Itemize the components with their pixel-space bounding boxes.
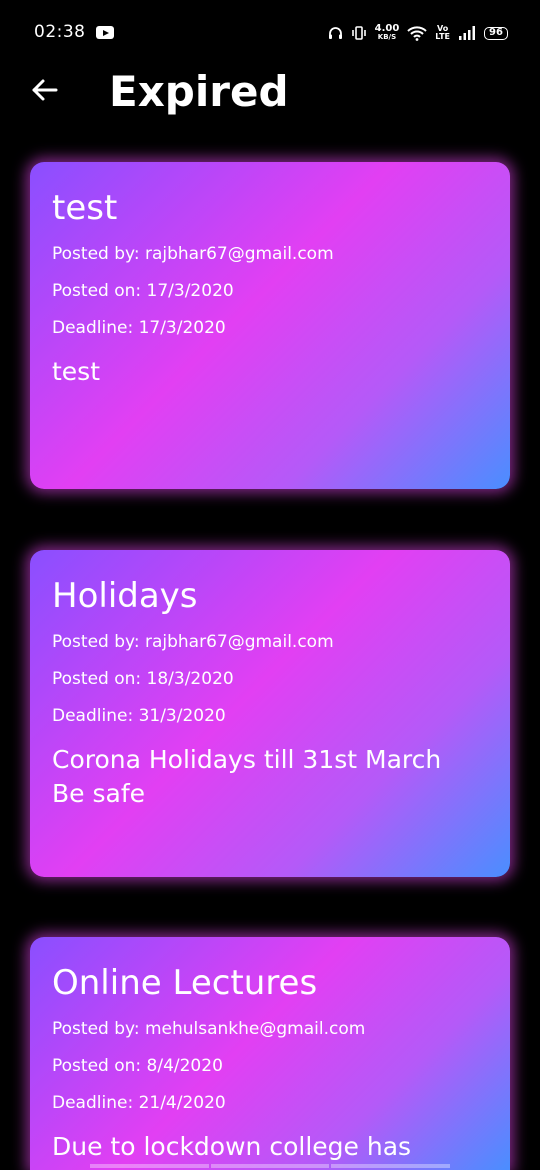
notice-posted-by: Posted by: rajbhar67@gmail.com bbox=[52, 244, 334, 264]
status-time: 02:38 bbox=[34, 22, 86, 42]
vibrate-icon bbox=[351, 26, 367, 40]
notice-title: Holidays bbox=[52, 576, 198, 616]
arrow-left-icon bbox=[30, 78, 58, 106]
page-title: Expired bbox=[109, 67, 289, 116]
notice-deadline: Deadline: 21/4/2020 bbox=[52, 1093, 226, 1113]
notice-title: test bbox=[52, 188, 118, 228]
notice-posted-on: Posted on: 18/3/2020 bbox=[52, 669, 234, 689]
indicator-segment bbox=[90, 1164, 209, 1168]
notice-deadline: Deadline: 31/3/2020 bbox=[52, 706, 226, 726]
youtube-icon bbox=[96, 26, 114, 39]
notice-card[interactable]: test Posted by: rajbhar67@gmail.com Post… bbox=[30, 162, 510, 489]
status-icons: 4.00 KB/S Vo LTE 96 bbox=[328, 22, 508, 44]
app-bar: Expired bbox=[0, 66, 540, 122]
back-button[interactable] bbox=[26, 74, 62, 110]
network-speed: 4.00 KB/S bbox=[375, 24, 400, 42]
notice-deadline: Deadline: 17/3/2020 bbox=[52, 318, 226, 338]
notice-posted-by: Posted by: mehulsankhe@gmail.com bbox=[52, 1019, 366, 1039]
volte-bottom: LTE bbox=[435, 32, 450, 41]
notice-body: Due to lockdown college has bbox=[52, 1132, 412, 1161]
scroll-indicator bbox=[90, 1164, 451, 1168]
indicator-segment bbox=[331, 1164, 451, 1168]
battery-icon: 96 bbox=[484, 26, 508, 40]
status-bar: 02:38 4.00 KB/S Vo LTE 96 bbox=[0, 0, 540, 66]
notice-posted-on: Posted on: 8/4/2020 bbox=[52, 1056, 223, 1076]
volte-indicator: Vo LTE bbox=[435, 25, 450, 41]
notice-posted-on: Posted on: 17/3/2020 bbox=[52, 281, 234, 301]
indicator-segment bbox=[210, 1164, 330, 1168]
wifi-icon bbox=[407, 25, 427, 41]
headphone-icon bbox=[328, 26, 343, 40]
signal-icon bbox=[458, 26, 476, 40]
notice-body: Corona Holidays till 31st March Be safe bbox=[52, 745, 442, 808]
speed-value: 4.00 bbox=[374, 23, 400, 34]
notice-title: Online Lectures bbox=[52, 963, 318, 1003]
speed-unit: KB/S bbox=[377, 33, 397, 41]
notice-card[interactable]: Online Lectures Posted by: mehulsankhe@g… bbox=[30, 937, 510, 1170]
notice-body: test bbox=[52, 357, 101, 386]
notice-posted-by: Posted by: rajbhar67@gmail.com bbox=[52, 632, 334, 652]
notice-card[interactable]: Holidays Posted by: rajbhar67@gmail.com … bbox=[30, 550, 510, 877]
